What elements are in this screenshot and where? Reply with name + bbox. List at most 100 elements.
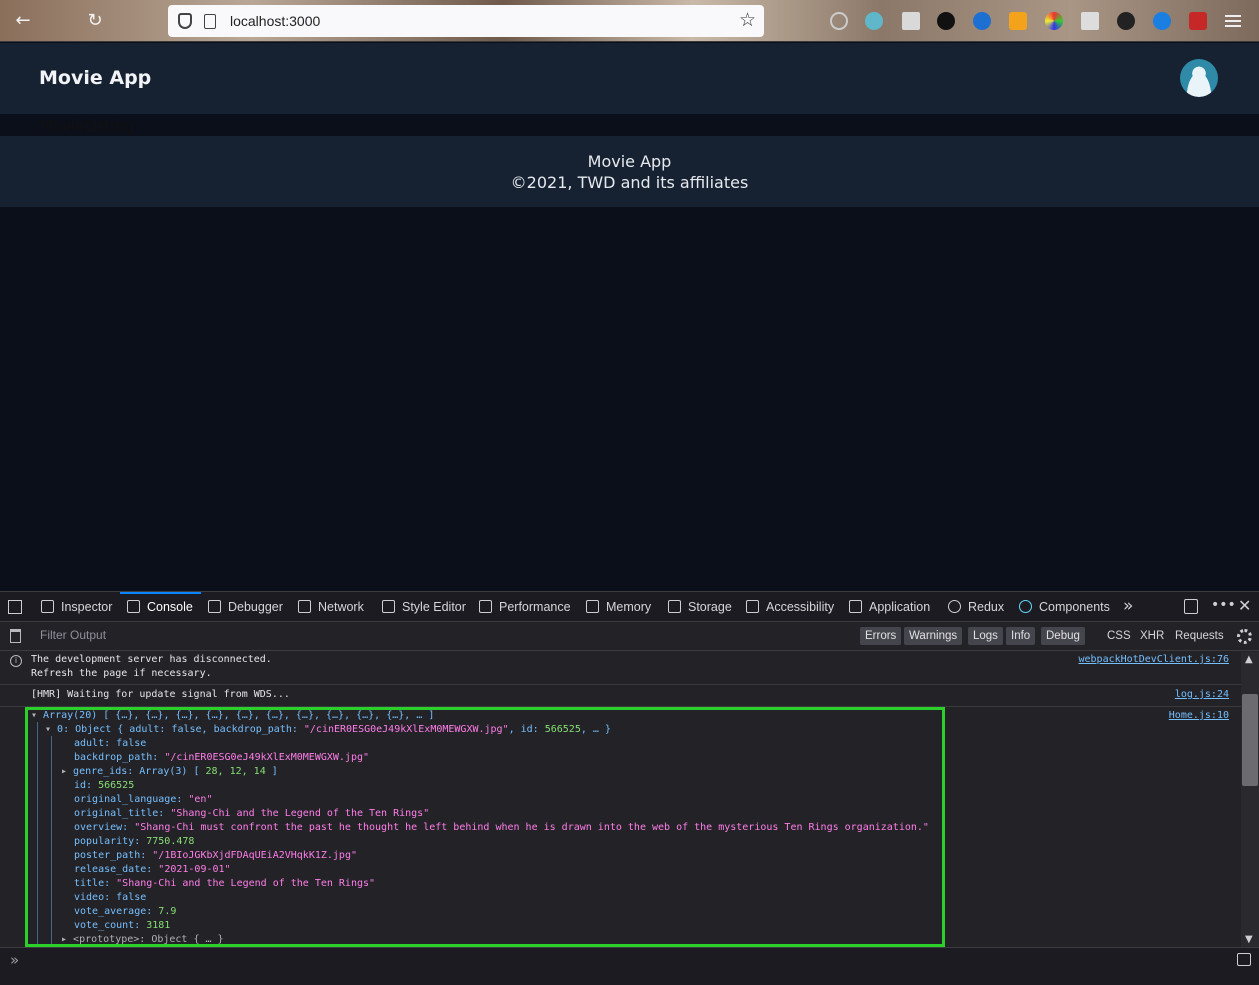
globe-extension-icon[interactable] [973, 12, 991, 30]
console-message: [HMR] Waiting for update signal from WDS… [0, 686, 1241, 707]
highlight-box [25, 707, 945, 947]
performance-icon [479, 600, 492, 613]
filter-requests-button[interactable]: Requests [1175, 627, 1224, 645]
accessibility-icon [746, 600, 759, 613]
download-icon[interactable] [865, 12, 883, 30]
scroll-down-icon[interactable]: ▼ [1245, 934, 1253, 945]
movie-listing: MovieListing [0, 114, 1259, 136]
tab-memory[interactable]: Memory [586, 592, 651, 622]
tab-label: Performance [499, 600, 571, 614]
tab-label: Console [147, 600, 193, 614]
tab-application[interactable]: Application [849, 592, 930, 622]
filter-errors-button[interactable]: Errors [860, 627, 902, 645]
gear-icon[interactable] [1237, 629, 1252, 644]
pocket-icon[interactable] [830, 12, 848, 30]
url-bar[interactable]: localhost:3000 ☆ [168, 5, 764, 37]
page-icon [204, 14, 216, 29]
message-text: The development server has disconnected. [31, 654, 272, 665]
tab-label: Components [1039, 600, 1110, 614]
tab-network[interactable]: Network [298, 592, 364, 622]
tab-label: Redux [968, 600, 1005, 614]
split-editor-icon[interactable] [1237, 953, 1251, 966]
network-icon [298, 600, 311, 613]
app-header: Movie App [0, 43, 1259, 114]
tab-accessibility[interactable]: Accessibility [746, 592, 834, 622]
reload-icon[interactable]: ↻ [84, 10, 106, 32]
notes-icon[interactable] [1081, 12, 1099, 30]
devtools-tabbar: Inspector Console Debugger Network Style… [0, 592, 1259, 622]
element-picker-icon[interactable] [8, 600, 22, 614]
filter-info-button[interactable]: Info [1006, 627, 1036, 645]
react-icon [1019, 600, 1032, 613]
source-link[interactable]: Home.js:10 [1169, 709, 1229, 723]
app-body [0, 207, 1259, 591]
app-footer: Movie App ©2021, TWD and its affiliates [0, 136, 1259, 207]
tab-storage[interactable]: Storage [668, 592, 732, 622]
filter-css-button[interactable]: CSS [1107, 627, 1131, 645]
orange-extension-icon[interactable] [1009, 12, 1027, 30]
twd-extension-icon[interactable] [937, 12, 955, 30]
more-options-icon[interactable]: ••• [1211, 597, 1236, 613]
info-icon: i [10, 655, 22, 667]
storage-icon [668, 600, 681, 613]
devtools-panel: Inspector Console Debugger Network Style… [0, 591, 1259, 985]
tab-label: Network [318, 600, 364, 614]
memory-icon [586, 600, 599, 613]
hand-extension-icon[interactable] [1117, 12, 1135, 30]
redux-icon [948, 600, 961, 613]
red-extension-icon[interactable] [1189, 12, 1207, 30]
console-input[interactable]: » [0, 947, 1259, 985]
footer-copyright: ©2021, TWD and its affiliates [510, 173, 749, 192]
tab-components[interactable]: Components [1019, 592, 1110, 622]
tab-label: Accessibility [766, 600, 835, 614]
shield-icon[interactable] [178, 13, 192, 29]
url-text[interactable]: localhost:3000 [230, 13, 320, 29]
app-title[interactable]: Movie App [39, 67, 151, 89]
prompt-icon: » [10, 951, 20, 969]
tab-style-editor[interactable]: Style Editor [382, 592, 466, 622]
source-link[interactable]: log.js:24 [1175, 688, 1229, 702]
console-message: i The development server has disconnecte… [0, 652, 1241, 685]
filter-logs-button[interactable]: Logs [968, 627, 1003, 645]
message-text: [HMR] Waiting for update signal from WDS… [31, 689, 290, 700]
filter-debug-button[interactable]: Debug [1041, 627, 1085, 645]
scroll-up-icon[interactable]: ▲ [1245, 654, 1253, 665]
movie-listing-text: MovieListing [40, 117, 134, 135]
tab-label: Style Editor [402, 600, 466, 614]
tab-label: Debugger [228, 600, 283, 614]
tab-label: Application [869, 600, 931, 614]
more-tabs-icon[interactable]: » [1123, 596, 1133, 616]
filter-warnings-button[interactable]: Warnings [904, 627, 963, 645]
bookmark-star-icon[interactable]: ☆ [739, 9, 756, 31]
debugger-icon [208, 600, 221, 613]
avatar[interactable] [1180, 59, 1218, 97]
tab-label: Storage [688, 600, 732, 614]
filter-xhr-button[interactable]: XHR [1140, 627, 1164, 645]
color-picker-icon[interactable] [1045, 12, 1063, 30]
dock-icon[interactable] [1184, 599, 1198, 614]
trash-icon[interactable] [10, 629, 21, 643]
tab-label: Memory [606, 600, 652, 614]
console-icon [127, 600, 140, 613]
source-link[interactable]: webpackHotDevClient.js:76 [1078, 653, 1229, 667]
tab-inspector[interactable]: Inspector [41, 592, 112, 622]
application-icon [849, 600, 862, 613]
browser-toolbar: ← ↻ localhost:3000 ☆ [0, 0, 1259, 42]
close-icon[interactable]: ✕ [1238, 596, 1251, 615]
tab-redux[interactable]: Redux [948, 592, 1004, 622]
style-editor-icon [382, 600, 395, 613]
tab-console[interactable]: Console [120, 592, 201, 622]
wrench-icon[interactable] [902, 12, 920, 30]
tab-performance[interactable]: Performance [479, 592, 571, 622]
menu-icon[interactable] [1225, 20, 1241, 22]
console-toolbar: Filter Output Errors Warnings Logs Info … [0, 623, 1259, 651]
inspector-icon [41, 600, 54, 613]
tab-label: Inspector [61, 600, 113, 614]
console-scrollbar[interactable]: ▲ ▼ [1241, 652, 1259, 947]
filter-input[interactable]: Filter Output [40, 628, 106, 642]
footer-title: Movie App [587, 152, 672, 171]
scroll-thumb[interactable] [1242, 694, 1258, 786]
tab-debugger[interactable]: Debugger [208, 592, 283, 622]
play-extension-icon[interactable] [1153, 12, 1171, 30]
back-icon[interactable]: ← [12, 10, 34, 32]
